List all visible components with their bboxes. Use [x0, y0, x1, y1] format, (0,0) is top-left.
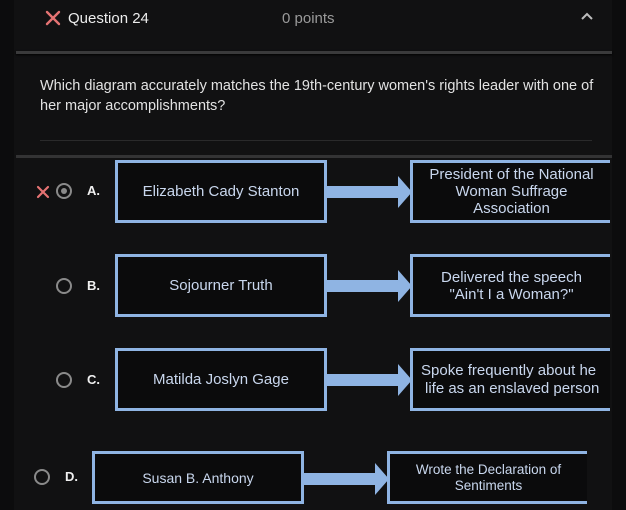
x-icon — [45, 10, 61, 26]
points-label: 0 points — [282, 10, 335, 27]
accomplishment-line: "Ain't I a Woman?" — [449, 285, 574, 303]
option-letter: A. — [87, 183, 100, 198]
radio-button-d[interactable] — [34, 469, 50, 485]
question-text: Which diagram accurately matches the 19t… — [40, 78, 594, 114]
leader-box: Susan B. Anthony — [92, 451, 304, 504]
arrow-icon — [326, 270, 412, 302]
option-letter: B. — [87, 278, 100, 293]
wrong-answer-x-icon — [36, 185, 50, 199]
arrow-icon — [326, 364, 412, 396]
option-letter: C. — [87, 372, 100, 387]
accomplishment-line: life as an enslaved person — [425, 379, 600, 397]
leader-box: Sojourner Truth — [115, 254, 327, 317]
radio-button-a[interactable] — [56, 183, 72, 199]
accomplishment-box: Wrote the Declaration of Sentiments — [387, 451, 587, 504]
leader-name: Sojourner Truth — [169, 277, 273, 294]
arrow-icon — [303, 463, 389, 495]
leader-box: Elizabeth Cady Stanton — [115, 160, 327, 223]
accomplishment-box: Spoke frequently about he life as an ens… — [410, 348, 610, 411]
accomplishment-box: President of the National Woman Suffrage… — [410, 160, 610, 223]
option-letter: D. — [65, 469, 78, 484]
arrow-icon — [326, 176, 412, 208]
header-divider — [16, 51, 612, 54]
accomplishment-line: Wrote the Declaration of — [415, 461, 562, 477]
accomplishment-line: Woman Suffrage — [455, 183, 568, 200]
radio-button-b[interactable] — [56, 278, 72, 294]
leader-box: Matilda Joslyn Gage — [115, 348, 327, 411]
leader-name: Susan B. Anthony — [142, 469, 254, 486]
accomplishment-box: Delivered the speech "Ain't I a Woman?" — [410, 254, 610, 317]
chevron-up-icon[interactable] — [580, 11, 594, 21]
question-title: Question 24 — [68, 10, 149, 27]
accomplishment-line: Sentiments — [454, 477, 523, 493]
accomplishment-line: Spoke frequently about he — [421, 361, 597, 379]
radio-button-c[interactable] — [56, 372, 72, 388]
accomplishment-line: Association — [473, 200, 550, 217]
leader-name: Elizabeth Cady Stanton — [142, 183, 300, 200]
leader-name: Matilda Joslyn Gage — [153, 371, 289, 388]
question-divider — [40, 140, 592, 141]
accomplishment-line: Delivered the speech — [441, 268, 582, 286]
accomplishment-line: President of the National — [429, 166, 594, 183]
options-divider — [16, 155, 612, 158]
